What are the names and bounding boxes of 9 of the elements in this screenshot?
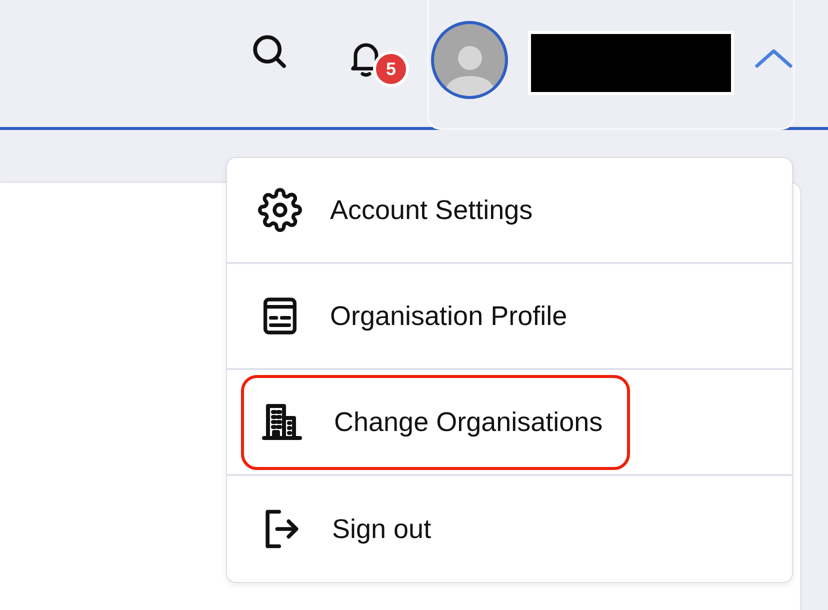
account-menu-button[interactable] xyxy=(427,0,795,130)
notifications-button[interactable]: 5 xyxy=(345,27,413,91)
gear-icon xyxy=(258,188,302,232)
notification-count: 5 xyxy=(373,51,409,87)
chevron-icon xyxy=(754,46,793,70)
menu-item[interactable]: Account Settings xyxy=(241,162,560,258)
menu-item[interactable]: Organisation Profile xyxy=(241,268,594,364)
menu-item[interactable]: Sign out xyxy=(241,482,458,576)
menu-item[interactable]: Change Organisations xyxy=(241,374,630,470)
